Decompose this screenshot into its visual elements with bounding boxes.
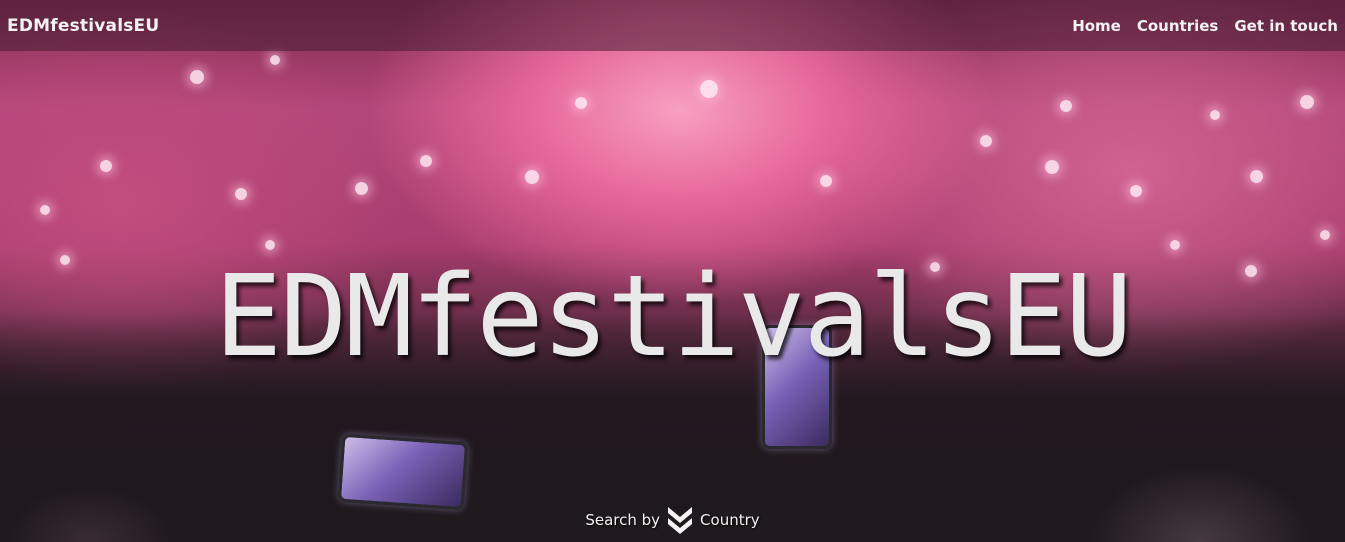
bokeh-light <box>1210 110 1220 120</box>
bokeh-light <box>420 155 432 167</box>
bokeh-light <box>525 170 539 184</box>
nav-link-countries[interactable]: Countries <box>1137 17 1218 35</box>
bokeh-light <box>1060 100 1072 112</box>
top-navbar: EDMfestivalsEU Home Countries Get in tou… <box>0 0 1345 51</box>
bokeh-light <box>980 135 992 147</box>
bokeh-light <box>1170 240 1180 250</box>
bokeh-light <box>1130 185 1142 197</box>
search-by-country: Search by Country <box>0 504 1345 536</box>
bokeh-light <box>1045 160 1059 174</box>
bokeh-light <box>100 160 112 172</box>
bokeh-light <box>820 175 832 187</box>
bokeh-light <box>270 55 280 65</box>
bokeh-light <box>190 70 204 84</box>
country-label: Country <box>700 511 760 529</box>
bokeh-light <box>575 97 587 109</box>
bokeh-light <box>1320 230 1330 240</box>
nav-links: Home Countries Get in touch <box>1072 17 1338 35</box>
bokeh-light <box>40 205 50 215</box>
double-chevron-down-icon[interactable] <box>666 504 694 536</box>
bokeh-light <box>1300 95 1314 109</box>
bokeh-light <box>265 240 275 250</box>
bokeh-light <box>700 80 718 98</box>
bokeh-light <box>355 182 368 195</box>
nav-link-home[interactable]: Home <box>1072 17 1121 35</box>
brand-logo-link[interactable]: EDMfestivalsEU <box>7 16 159 36</box>
hero-banner: EDMfestivalsEU Home Countries Get in tou… <box>0 0 1345 542</box>
bokeh-light <box>1250 170 1263 183</box>
nav-link-get-in-touch[interactable]: Get in touch <box>1234 17 1338 35</box>
phone-screen-image <box>337 433 469 511</box>
hero-title: EDMfestivalsEU <box>214 252 1132 382</box>
bokeh-light <box>235 188 247 200</box>
search-by-label: Search by <box>585 511 661 529</box>
